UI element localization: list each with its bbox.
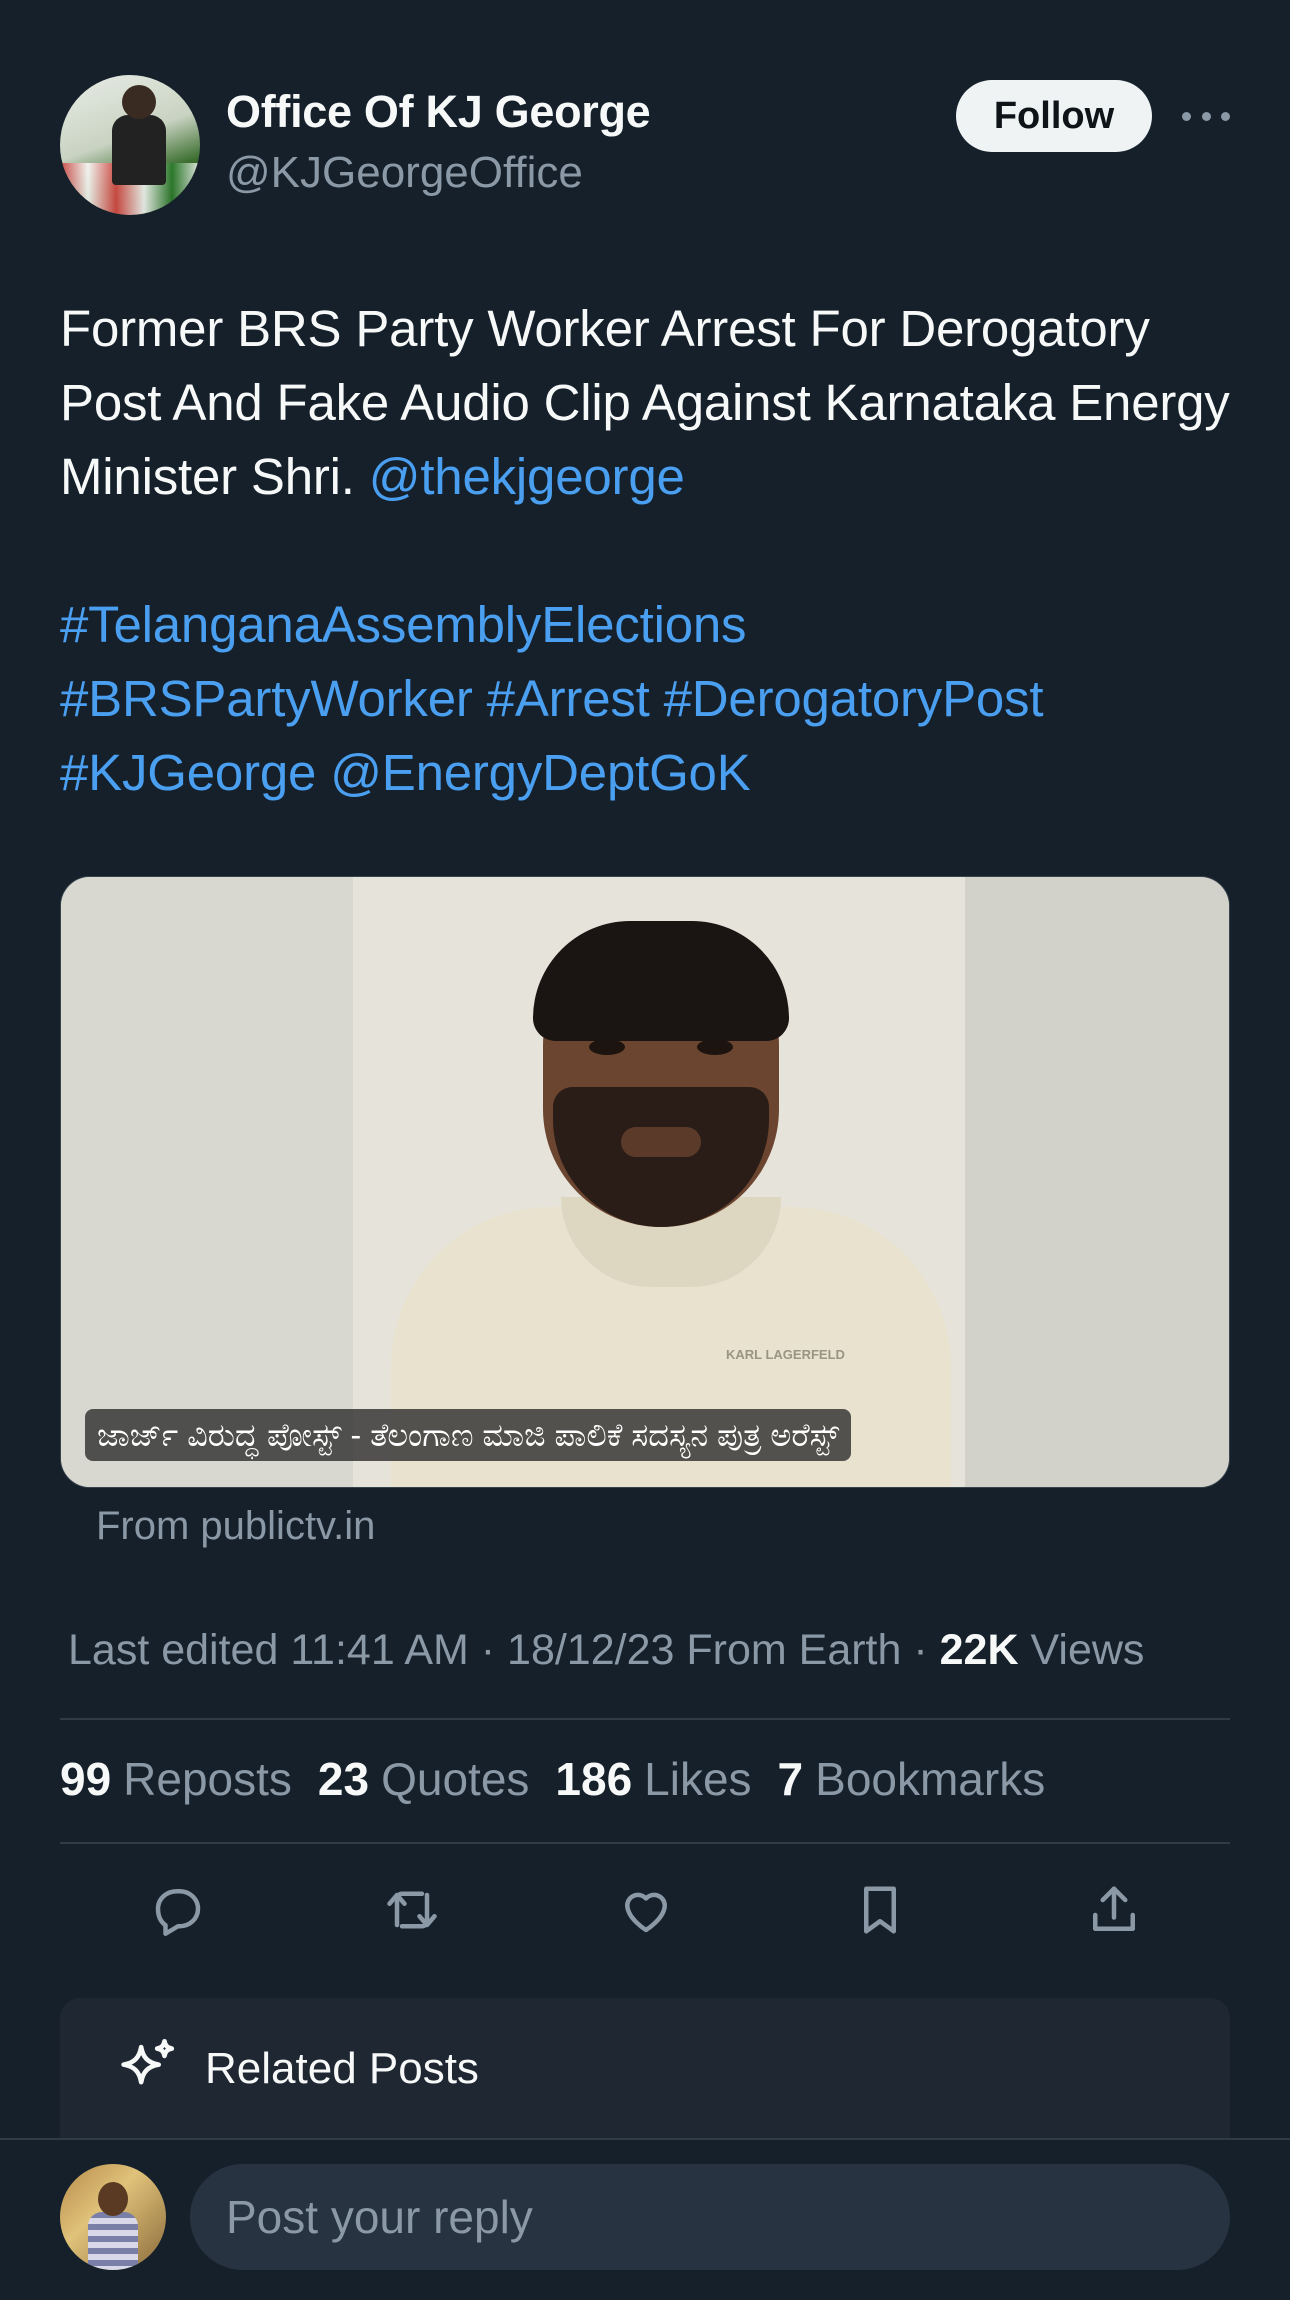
avatar-figure-body — [88, 2212, 138, 2270]
reposts-count: 99 — [60, 1753, 112, 1805]
avatar-figure-head — [122, 85, 156, 119]
post-origin: From Earth · — [686, 1626, 928, 1674]
hashtag-line-3: #KJGeorge @EnergyDeptGoK — [60, 736, 1240, 810]
mention-link[interactable]: @EnergyDeptGoK — [330, 744, 751, 801]
quotes-stat[interactable]: 23 Quotes — [318, 1752, 529, 1806]
views-label: Views — [1030, 1626, 1145, 1674]
bookmarks-label: Bookmarks — [815, 1753, 1046, 1805]
likes-label: Likes — [644, 1753, 752, 1805]
likes-count: 186 — [555, 1753, 633, 1805]
photo-person-mouth — [621, 1127, 701, 1157]
like-icon[interactable] — [606, 1870, 686, 1950]
photo-person-eye — [589, 1039, 625, 1055]
reposts-stat[interactable]: 99 Reposts — [60, 1752, 292, 1806]
divider — [60, 1718, 1230, 1720]
follow-button[interactable]: Follow — [956, 80, 1152, 152]
tweet-meta: Last edited 11:41 AM · 18/12/23 From Ear… — [68, 1626, 1144, 1675]
mention-link[interactable]: @thekjgeorge — [369, 448, 685, 505]
author-handle[interactable]: @KJGeorgeOffice — [226, 148, 583, 198]
photo-background — [965, 877, 1229, 1487]
related-posts-button[interactable]: Related Posts — [60, 1998, 1230, 2142]
tweet-text: Former BRS Party Worker Arrest For Derog… — [60, 292, 1240, 810]
divider — [60, 1842, 1230, 1844]
engagement-stats: 99 Reposts 23 Quotes 186 Likes 7 Bookmar… — [60, 1752, 1045, 1806]
link-source[interactable]: From publictv.in — [96, 1504, 375, 1549]
reply-input[interactable] — [190, 2164, 1230, 2270]
related-posts-label: Related Posts — [205, 2044, 479, 2093]
sparkle-icon — [121, 2038, 175, 2085]
user-avatar[interactable] — [60, 2164, 166, 2270]
reply-bar — [0, 2138, 1290, 2300]
bookmark-icon[interactable] — [840, 1870, 920, 1950]
avatar-figure-head — [98, 2182, 128, 2216]
hashtag-link[interactable]: #KJGeorge — [60, 744, 316, 801]
photo-background — [61, 877, 353, 1487]
more-options-icon[interactable] — [1176, 96, 1236, 136]
share-icon[interactable] — [1074, 1870, 1154, 1950]
hashtag-link[interactable]: #BRSPartyWorker — [60, 670, 473, 727]
quotes-label: Quotes — [381, 1753, 530, 1805]
avatar-figure-body — [112, 115, 166, 185]
media-caption: ಜಾರ್ಜ್ ವಿರುದ್ಧ ಪೋಸ್ಟ್ - ತೆಲಂಗಾಣ ಮಾಜಿ ಪಾಲ… — [85, 1409, 852, 1461]
shirt-logo-text: KARL LAGERFELD — [726, 1347, 845, 1362]
action-bar — [60, 1870, 1230, 1950]
hashtag-line-2: #BRSPartyWorker #Arrest #DerogatoryPost — [60, 662, 1240, 736]
hashtag-link[interactable]: #DerogatoryPost — [664, 670, 1044, 727]
tweet-detail-page: Office Of KJ George @KJGeorgeOffice Foll… — [0, 0, 1290, 2300]
reposts-label: Reposts — [123, 1753, 292, 1805]
edited-timestamp[interactable]: Last edited 11:41 AM · 18/12/23 — [68, 1626, 674, 1674]
quotes-count: 23 — [317, 1753, 370, 1805]
photo-person-eye — [697, 1039, 733, 1055]
link-card-image[interactable]: KARL LAGERFELD ಜಾರ್ಜ್ ವಿರುದ್ಧ ಪೋಸ್ಟ್ - ತ… — [60, 876, 1230, 1488]
author-name[interactable]: Office Of KJ George — [226, 86, 651, 138]
repost-icon[interactable] — [372, 1870, 452, 1950]
views-count: 22K — [939, 1626, 1019, 1674]
author-avatar[interactable] — [60, 75, 200, 215]
reply-icon[interactable] — [138, 1870, 218, 1950]
likes-stat[interactable]: 186 Likes — [555, 1752, 751, 1806]
hashtag-line-1: #TelanganaAssemblyElections — [60, 588, 1240, 662]
bookmarks-count: 7 — [777, 1753, 804, 1805]
bookmarks-stat[interactable]: 7 Bookmarks — [778, 1752, 1046, 1806]
hashtag-link[interactable]: #TelanganaAssemblyElections — [60, 596, 747, 653]
hashtag-link[interactable]: #Arrest — [487, 670, 650, 727]
